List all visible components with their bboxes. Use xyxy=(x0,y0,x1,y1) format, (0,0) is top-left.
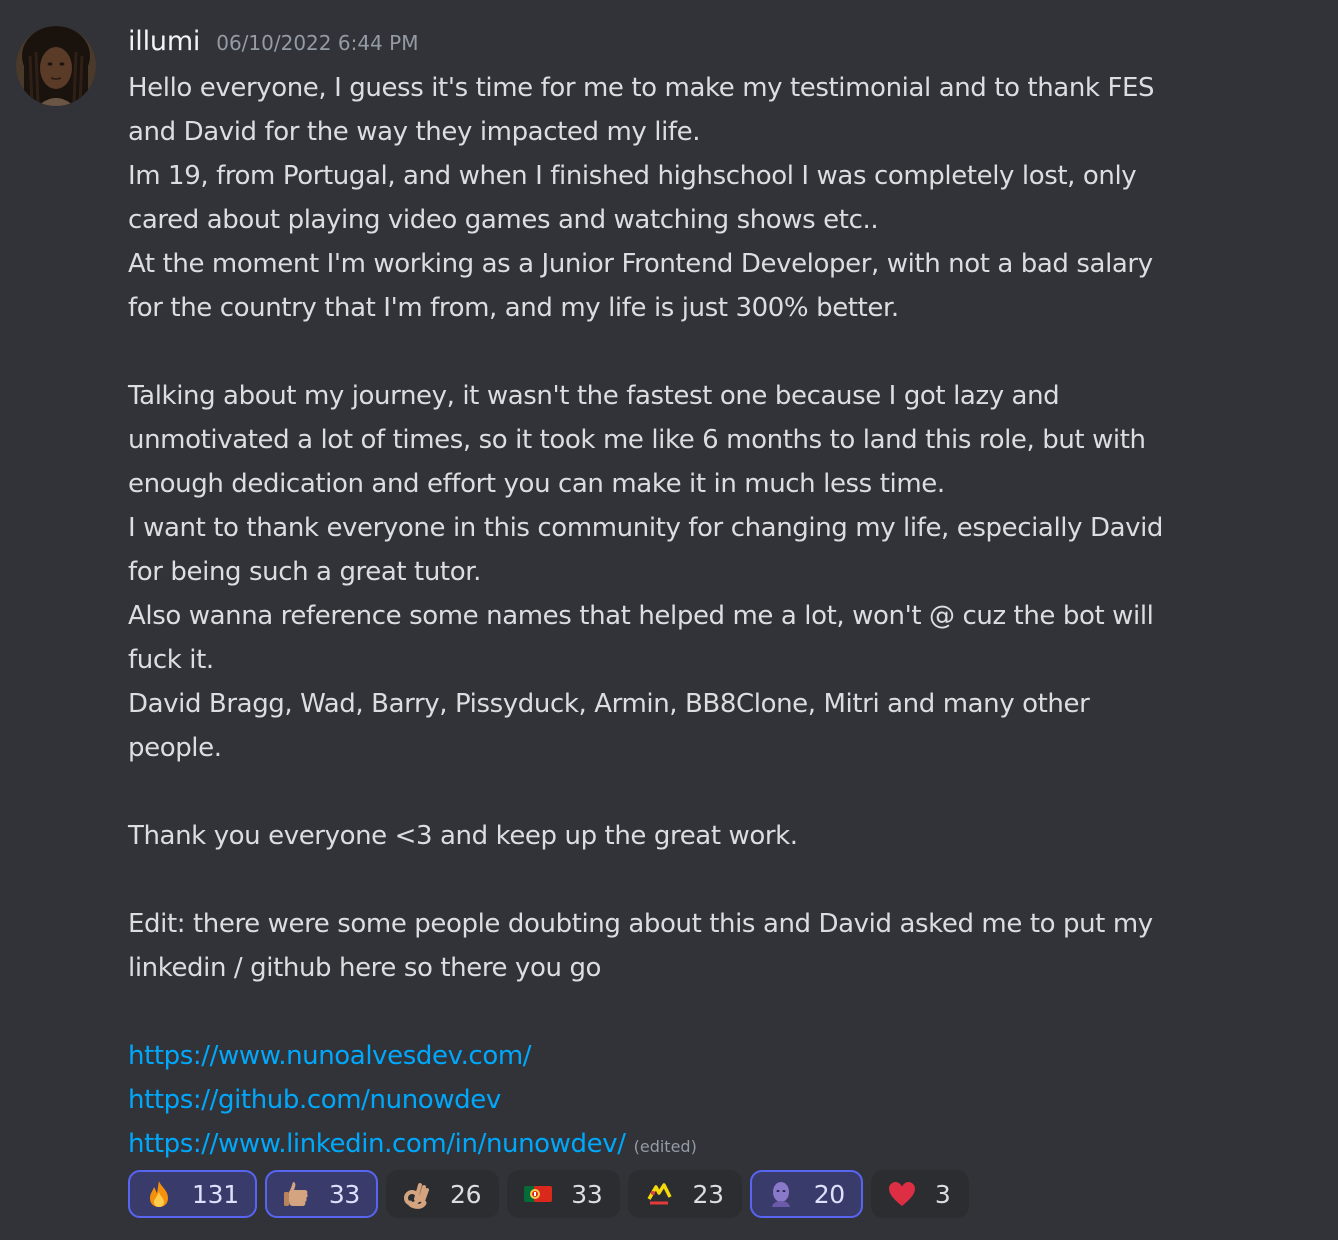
reaction-heart[interactable]: 3 xyxy=(870,1170,969,1218)
reaction-count: 33 xyxy=(328,1179,361,1209)
message-line: Edit: there were some people doubting ab… xyxy=(128,909,1153,939)
fire-icon xyxy=(144,1179,174,1209)
reaction-count: 20 xyxy=(813,1179,846,1209)
link-line: https://www.linkedin.com/in/nunowdev/ (ed… xyxy=(128,1122,1238,1166)
message-line: and David for the way they impacted my l… xyxy=(128,117,701,147)
reactions-bar: 131 33 26 33 23 20 3 xyxy=(128,1170,969,1218)
message-content: Hello everyone, I guess it's time for me… xyxy=(128,66,1238,1166)
red-heart-icon xyxy=(887,1179,917,1209)
username[interactable]: illumi xyxy=(128,26,200,57)
message-line: David Bragg, Wad, Barry, Pissyduck, Armi… xyxy=(128,689,1090,719)
message-line: for the country that I'm from, and my li… xyxy=(128,293,899,323)
message-line: unmotivated a lot of times, so it took m… xyxy=(128,425,1146,455)
chat-message: illumi 06/10/2022 6:44 PM Hello everyone… xyxy=(0,0,1338,1240)
ok-hand-icon xyxy=(402,1179,432,1209)
message-line: Thank you everyone <3 and keep up the gr… xyxy=(128,821,798,851)
portugal-flag-icon xyxy=(523,1179,553,1209)
reaction-count: 26 xyxy=(450,1179,482,1209)
reaction-custom-avatar[interactable]: 20 xyxy=(749,1170,863,1218)
link-line: https://www.nunoalvesdev.com/ xyxy=(128,1034,1238,1078)
linkedin-link[interactable]: https://www.linkedin.com/in/nunowdev/ xyxy=(128,1129,626,1159)
reaction-count: 3 xyxy=(934,1179,951,1209)
message-line: people. xyxy=(128,733,222,763)
message-line: linkedin / github here so there you go xyxy=(128,953,602,983)
message-line: I want to thank everyone in this communi… xyxy=(128,513,1164,543)
reaction-custom[interactable]: 23 xyxy=(628,1170,742,1218)
reaction-thumbs-up[interactable]: 33 xyxy=(264,1170,379,1218)
reaction-count: 23 xyxy=(692,1179,724,1209)
timestamp: 06/10/2022 6:44 PM xyxy=(216,31,419,55)
github-link[interactable]: https://github.com/nunowdev xyxy=(128,1085,501,1115)
message-line: Also wanna reference some names that hel… xyxy=(128,601,1154,631)
message-line: for being such a great tutor. xyxy=(128,557,481,587)
thumbs-up-icon xyxy=(281,1179,311,1209)
message-line: Im 19, from Portugal, and when I finishe… xyxy=(128,161,1137,191)
website-link[interactable]: https://www.nunoalvesdev.com/ xyxy=(128,1041,532,1071)
reaction-ok-hand[interactable]: 26 xyxy=(386,1170,500,1218)
link-line: https://github.com/nunowdev xyxy=(128,1078,1238,1122)
reaction-portugal-flag[interactable]: 33 xyxy=(507,1170,621,1218)
message-line: At the moment I'm working as a Junior Fr… xyxy=(128,249,1153,279)
custom-avatar-icon xyxy=(766,1179,796,1209)
message-line: cared about playing video games and watc… xyxy=(128,205,879,235)
edited-label: (edited) xyxy=(633,1137,697,1156)
message-line: Talking about my journey, it wasn't the … xyxy=(128,381,1060,411)
message-line: enough dedication and effort you can mak… xyxy=(128,469,945,499)
avatar[interactable] xyxy=(16,26,96,106)
reaction-count: 131 xyxy=(192,1179,239,1209)
message-line: Hello everyone, I guess it's time for me… xyxy=(128,73,1155,103)
custom-emoji-icon xyxy=(644,1179,674,1209)
message-line: fuck it. xyxy=(128,645,214,675)
message-header: illumi 06/10/2022 6:44 PM xyxy=(128,26,418,66)
reaction-count: 33 xyxy=(571,1179,603,1209)
reaction-fire[interactable]: 131 xyxy=(128,1170,257,1218)
